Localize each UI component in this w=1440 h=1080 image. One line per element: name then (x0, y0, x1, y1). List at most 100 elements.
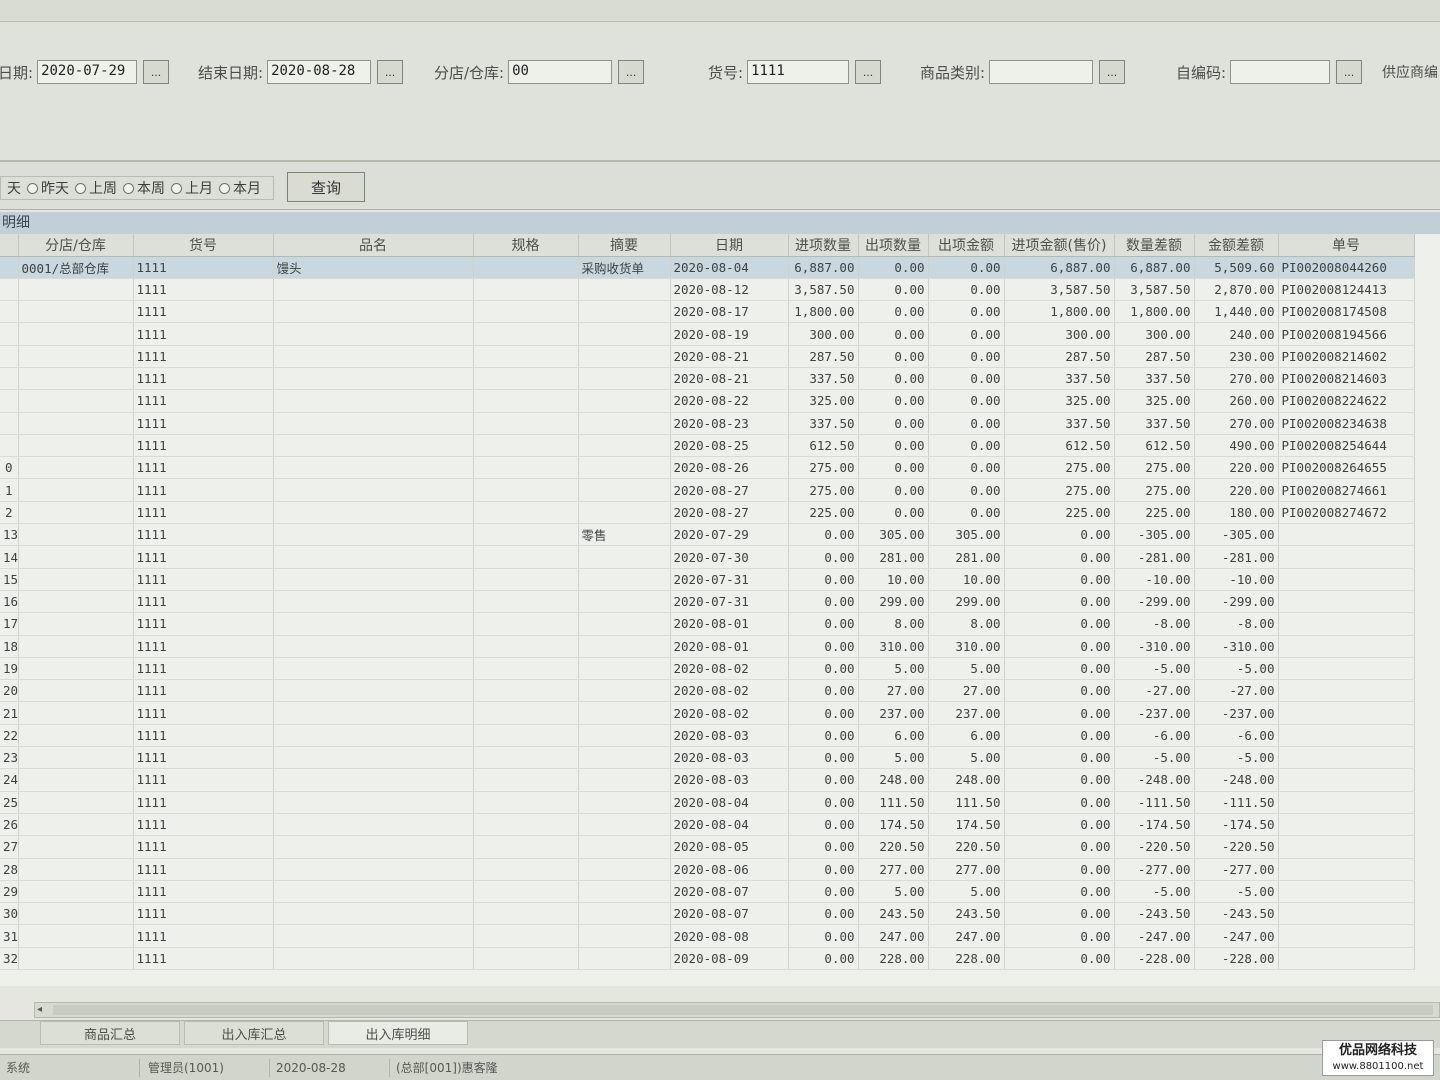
grid-column-header[interactable]: 分店/仓库 (18, 234, 134, 257)
table-cell (273, 501, 474, 525)
table-cell: 270.00 (1194, 412, 1279, 435)
table-row[interactable]: 15 1111 2020-07-31 0.00 10.00 10.00 0.00 -10.00… (0, 568, 1415, 591)
grid-column-header[interactable]: 金额差额 (1194, 234, 1279, 257)
grid-column-header[interactable]: 品名 (273, 234, 474, 257)
table-row[interactable]: 1111 2020-08-21 337.50 0.00 0.00 337.50 337.50… (0, 367, 1415, 391)
grid-column-header[interactable]: 出项数量 (858, 234, 929, 257)
table-row[interactable]: 22 1111 2020-08-03 0.00 6.00 6.00 0.00 -6.00 -6.… (0, 724, 1415, 748)
horizontal-scrollbar[interactable]: ◂ (34, 1002, 1440, 1018)
grid-column-header[interactable]: 货号 (133, 234, 274, 257)
table-row[interactable]: 27 1111 2020-08-05 0.00 220.50 220.50 0.00 -220… (0, 835, 1415, 859)
selfcode-input[interactable] (1230, 60, 1331, 84)
table-cell (578, 412, 671, 435)
table-cell: 612.50 (1114, 434, 1195, 458)
table-row[interactable]: 23 1111 2020-08-03 0.00 5.00 5.00 0.00 -5.00 -5.… (0, 746, 1415, 770)
radio-circle-icon[interactable] (75, 182, 86, 194)
grid-column-header[interactable]: 进项数量 (788, 234, 859, 257)
quick-range-option[interactable]: 本月 (219, 178, 261, 198)
table-row[interactable]: 2 1111 2020-08-27 225.00 0.00 0.00 225.00 225.0… (0, 501, 1415, 525)
table-row[interactable]: 19 1111 2020-08-02 0.00 5.00 5.00 0.00 -5.00 -5.… (0, 657, 1415, 681)
grid-column-header[interactable]: 摘要 (578, 234, 671, 257)
table-row[interactable]: 16 1111 2020-07-31 0.00 299.00 299.00 0.00 -299… (0, 590, 1415, 614)
query-button[interactable]: 查询 (287, 172, 365, 202)
radio-circle-icon[interactable] (219, 182, 230, 194)
table-row[interactable]: 1111 2020-08-22 325.00 0.00 0.00 325.00 325.00… (0, 389, 1415, 413)
item-no-picker-button[interactable]: ... (855, 60, 882, 84)
table-cell (473, 590, 579, 614)
quick-range-option[interactable]: 昨天 (27, 178, 69, 198)
quick-range-option[interactable]: 上周 (75, 178, 117, 198)
radio-circle-icon[interactable] (123, 182, 134, 194)
table-cell (1278, 768, 1415, 792)
grid-header-row: 分店/仓库 货号 品名 规格 摘要 日期 进项数量 出项数量 出项金额 进项金额(售价) 数量差额金… (0, 234, 1415, 257)
table-row[interactable]: 25 1111 2020-08-04 0.00 111.50 111.50 0.00 -111… (0, 791, 1415, 814)
end-date-picker-button[interactable]: ... (377, 60, 404, 84)
table-cell (1278, 902, 1415, 926)
store-input[interactable]: 00 (508, 60, 613, 84)
table-row[interactable]: 1111 2020-08-17 1,800.00 0.00 0.00 1,800.00 1,… (0, 300, 1415, 324)
radio-circle-icon[interactable] (171, 182, 182, 194)
table-cell: 0.00 (858, 389, 929, 413)
table-cell: 0.00 (858, 456, 929, 480)
table-row[interactable]: 0 1111 2020-08-26 275.00 0.00 0.00 275.00 275.0… (0, 456, 1415, 480)
table-row[interactable]: 30 1111 2020-08-07 0.00 243.50 243.50 0.00 -243… (0, 902, 1415, 926)
end-date-input[interactable]: 2020-08-28 (267, 60, 372, 84)
table-cell: 0.00 (1004, 947, 1115, 971)
grid-column-header[interactable]: 进项金额(售价) (1004, 234, 1115, 257)
table-cell: 13 (0, 523, 19, 547)
quick-range-option[interactable]: 天 (7, 178, 21, 198)
store-picker-button[interactable]: ... (618, 60, 645, 84)
start-date-input[interactable]: 2020-07-29 (37, 60, 138, 84)
radio-circle-icon[interactable] (27, 182, 38, 194)
table-row[interactable]: 1111 2020-08-19 300.00 0.00 0.00 300.00 300.00… (0, 322, 1415, 346)
table-row[interactable]: 1111 2020-08-21 287.50 0.00 0.00 287.50 287.50… (0, 345, 1415, 368)
table-row[interactable]: 14 1111 2020-07-30 0.00 281.00 281.00 0.00 -281… (0, 545, 1415, 569)
item-no-input[interactable]: 1111 (747, 60, 850, 84)
start-date-picker-button[interactable]: ... (143, 60, 170, 84)
table-row[interactable]: 17 1111 2020-08-01 0.00 8.00 8.00 0.00 -8.00 -8.… (0, 612, 1415, 636)
table-cell (473, 523, 579, 547)
table-cell: -27.00 (1194, 679, 1279, 703)
table-cell (18, 746, 134, 770)
table-cell: 1111 (133, 612, 274, 636)
grid-column-header[interactable]: 单号 (1278, 234, 1415, 257)
quick-range-option[interactable]: 上月 (171, 178, 213, 198)
table-row[interactable]: 1111 2020-08-23 337.50 0.00 0.00 337.50 337.50… (0, 412, 1415, 435)
table-row[interactable]: 29 1111 2020-08-07 0.00 5.00 5.00 0.00 -5.00 -5.… (0, 880, 1415, 904)
table-cell (578, 322, 671, 346)
table-row[interactable]: 24 1111 2020-08-03 0.00 248.00 248.00 0.00 -248… (0, 768, 1415, 792)
grid-column-header[interactable]: 规格 (473, 234, 579, 257)
table-cell: 2020-08-04 (670, 256, 789, 279)
table-cell: 1111 (133, 835, 274, 859)
table-row[interactable]: 20 1111 2020-08-02 0.00 27.00 27.00 0.00 -27.00… (0, 679, 1415, 703)
table-row[interactable]: 26 1111 2020-08-04 0.00 174.50 174.50 0.00 -174… (0, 813, 1415, 837)
grid-column-header[interactable]: 出项金额 (928, 234, 1005, 257)
category-input[interactable] (989, 60, 1094, 84)
scrollbar-thumb[interactable] (53, 1005, 1433, 1015)
scroll-left-icon[interactable]: ◂ (37, 1004, 42, 1015)
tab-2[interactable]: 出入库明细 (328, 1021, 468, 1045)
grid-column-header[interactable]: 数量差额 (1114, 234, 1195, 257)
table-row[interactable]: 18 1111 2020-08-01 0.00 310.00 310.00 0.00 -310… (0, 635, 1415, 658)
tab-0[interactable]: 商品汇总 (40, 1021, 180, 1045)
table-cell: 0.00 (928, 300, 1005, 324)
selfcode-picker-button[interactable]: ... (1336, 60, 1363, 84)
table-cell (1278, 679, 1415, 703)
table-row[interactable]: 13 1111 零售 2020-07-29 0.00 305.00 305.00 0.00 -3… (0, 523, 1415, 547)
table-row[interactable]: 1111 2020-08-25 612.50 0.00 0.00 612.50 612.50… (0, 434, 1415, 458)
category-picker-button[interactable]: ... (1099, 60, 1126, 84)
table-row[interactable]: 1111 2020-08-12 3,587.50 0.00 0.00 3,587.50 3,… (0, 278, 1415, 302)
table-cell: -248.00 (1114, 768, 1195, 792)
table-cell: 6,887.00 (788, 256, 859, 279)
table-row[interactable]: 1 1111 2020-08-27 275.00 0.00 0.00 275.00 275.0… (0, 478, 1415, 502)
quick-range-option[interactable]: 本周 (123, 178, 165, 198)
table-row[interactable]: 0001/总部仓库 1111 馒头 采购收货单 2020-08-04 6,887.00 0.… (0, 256, 1415, 279)
table-row[interactable]: 31 1111 2020-08-08 0.00 247.00 247.00 0.00 -247… (0, 924, 1415, 948)
table-row[interactable]: 28 1111 2020-08-06 0.00 277.00 277.00 0.00 -277… (0, 858, 1415, 881)
tab-1[interactable]: 出入库汇总 (184, 1021, 324, 1045)
grid-column-header[interactable] (0, 234, 19, 257)
table-cell: 2 (0, 501, 19, 525)
table-row[interactable]: 32 1111 2020-08-09 0.00 228.00 228.00 0.00 -228… (0, 947, 1415, 971)
table-row[interactable]: 21 1111 2020-08-02 0.00 237.00 237.00 0.00 -237… (0, 701, 1415, 725)
grid-column-header[interactable]: 日期 (670, 234, 789, 257)
